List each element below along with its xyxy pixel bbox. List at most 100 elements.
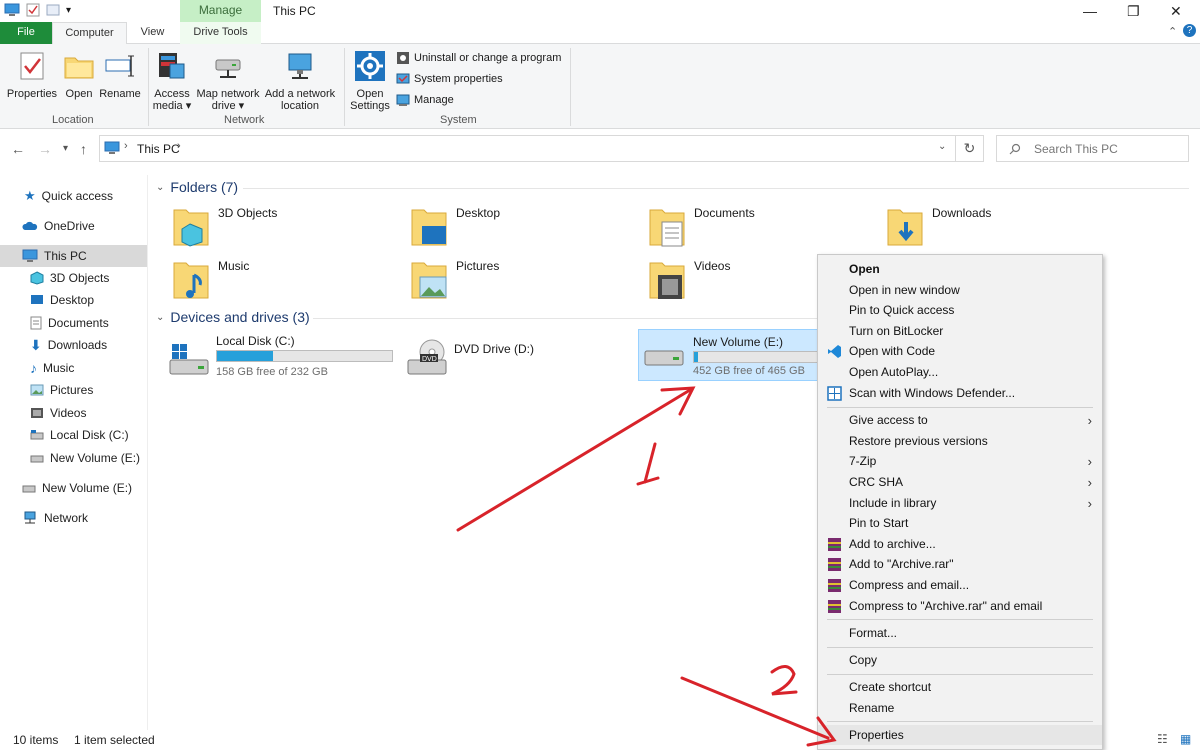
map-network-drive-button[interactable]: Map network drive ▾: [194, 46, 262, 112]
up-button[interactable]: ↑: [80, 141, 87, 157]
system-properties-button[interactable]: System properties: [396, 72, 503, 86]
breadcrumb-chevron-icon[interactable]: ›: [177, 140, 181, 152]
refresh-button[interactable]: ↻: [956, 135, 984, 162]
tab-file[interactable]: File: [0, 22, 52, 44]
computer-icon: [4, 3, 20, 16]
customize-toolbar-icon[interactable]: ▾: [66, 5, 71, 16]
open-settings-button[interactable]: Open Settings: [348, 46, 392, 112]
menu-separator: [827, 619, 1093, 620]
nav-item-local-disk-c[interactable]: Local Disk (C:): [30, 424, 129, 446]
forward-button[interactable]: →: [38, 141, 52, 157]
close-button[interactable]: ✕: [1170, 3, 1182, 20]
breadcrumb-chevron-icon[interactable]: ›: [124, 140, 128, 152]
nav-item-downloads[interactable]: ⬇ Downloads: [30, 334, 107, 356]
nav-item-desktop[interactable]: Desktop: [30, 289, 94, 311]
annotation-arrow-1: [456, 388, 692, 532]
back-button[interactable]: ←: [11, 141, 25, 157]
system-properties-icon: [396, 73, 410, 84]
folder-tile-music[interactable]: Music: [172, 259, 249, 301]
group-label-system: System: [440, 114, 477, 126]
help-icon[interactable]: ?: [1183, 24, 1196, 37]
menu-item-include-library[interactable]: Include in library ›: [818, 493, 1102, 513]
breadcrumb[interactable]: This PC: [137, 142, 180, 156]
nav-item-3d-objects[interactable]: 3D Objects: [30, 267, 109, 289]
folder-tile-3d-objects[interactable]: 3D Objects: [172, 206, 277, 248]
menu-item-crc-sha[interactable]: CRC SHA ›: [818, 472, 1102, 492]
menu-item-scan-defender[interactable]: Scan with Windows Defender...: [818, 383, 1102, 403]
music-icon: ♪: [30, 360, 37, 376]
maximize-button[interactable]: ❐: [1127, 3, 1140, 20]
menu-item-pin-quick-access[interactable]: Pin to Quick access: [818, 300, 1102, 320]
nav-item-pictures[interactable]: Pictures: [30, 379, 93, 401]
menu-item-rename[interactable]: Rename: [818, 698, 1102, 718]
new-folder-icon[interactable]: [46, 3, 60, 17]
address-bar[interactable]: › This PC › ⌄: [99, 135, 956, 162]
menu-item-open[interactable]: Open: [818, 259, 1102, 279]
access-media-button[interactable]: Access media ▾: [152, 46, 192, 112]
drive-tile-local-disk-c[interactable]: Local Disk (C:) 158 GB free of 232 GB: [166, 334, 394, 384]
nav-item-onedrive[interactable]: OneDrive: [22, 215, 95, 237]
rename-button[interactable]: Rename: [99, 46, 141, 100]
details-view-icon[interactable]: ☷: [1157, 732, 1168, 746]
folder-tile-documents[interactable]: Documents: [648, 206, 755, 248]
section-folders[interactable]: ⌄ Folders (7): [156, 179, 238, 195]
drive-icon: [30, 455, 44, 463]
menu-item-restore-versions[interactable]: Restore previous versions: [818, 431, 1102, 451]
properties-icon[interactable]: [26, 3, 40, 17]
group-label-location: Location: [52, 114, 94, 126]
menu-item-open-with-code[interactable]: Open with Code: [818, 341, 1102, 361]
tab-computer[interactable]: Computer: [52, 22, 127, 45]
section-devices-and-drives[interactable]: ⌄ Devices and drives (3): [156, 309, 310, 325]
annotation-arrowhead-1: [660, 386, 696, 416]
submenu-arrow-icon: ›: [1087, 495, 1092, 511]
address-dropdown-icon[interactable]: ⌄: [938, 141, 946, 152]
menu-item-compress-rar-email[interactable]: Compress to "Archive.rar" and email: [818, 596, 1102, 616]
menu-item-pin-start[interactable]: Pin to Start: [818, 513, 1102, 533]
recent-locations-button[interactable]: ▾: [63, 143, 68, 154]
minimize-button[interactable]: —: [1083, 3, 1097, 19]
cloud-icon: [22, 221, 38, 230]
menu-item-compress-email[interactable]: Compress and email...: [818, 575, 1102, 595]
properties-button[interactable]: Properties: [4, 46, 60, 100]
nav-item-music[interactable]: ♪ Music: [30, 357, 74, 379]
winrar-icon: [828, 558, 841, 571]
submenu-arrow-icon: ›: [1087, 412, 1092, 428]
menu-item-bitlocker[interactable]: Turn on BitLocker: [818, 321, 1102, 341]
open-button[interactable]: Open: [62, 46, 96, 100]
menu-item-open-new-window[interactable]: Open in new window: [818, 280, 1102, 300]
menu-item-autoplay[interactable]: Open AutoPlay...: [818, 362, 1102, 382]
download-icon: ⬇: [30, 336, 42, 353]
menu-separator: [827, 721, 1093, 722]
menu-item-format[interactable]: Format...: [818, 623, 1102, 643]
add-network-location-button[interactable]: Add a network location: [263, 46, 337, 112]
folder-tile-videos[interactable]: Videos: [648, 259, 730, 301]
drive-tile-dvd-d[interactable]: DVD DVD Drive (D:): [404, 334, 604, 384]
menu-item-give-access[interactable]: Give access to ›: [818, 410, 1102, 430]
manage-button[interactable]: Manage: [396, 93, 454, 107]
tiles-view-icon[interactable]: ▦: [1180, 732, 1191, 746]
collapse-icon[interactable]: ⌄: [156, 312, 164, 323]
folder-tile-pictures[interactable]: Pictures: [410, 259, 499, 301]
nav-item-this-pc[interactable]: This PC: [0, 245, 147, 267]
nav-item-network[interactable]: Network: [22, 507, 88, 529]
tab-view[interactable]: View: [130, 22, 175, 44]
menu-item-create-shortcut[interactable]: Create shortcut: [818, 677, 1102, 697]
menu-item-add-archive[interactable]: Add to archive...: [818, 534, 1102, 554]
uninstall-program-button[interactable]: Uninstall or change a program: [396, 51, 561, 65]
folder-tile-desktop[interactable]: Desktop: [410, 206, 500, 248]
menu-item-7zip[interactable]: 7-Zip ›: [818, 451, 1102, 471]
nav-item-new-volume-e[interactable]: New Volume (E:): [30, 447, 140, 469]
collapse-icon[interactable]: ⌄: [156, 182, 164, 193]
collapse-ribbon-icon[interactable]: ⌃: [1168, 25, 1177, 38]
nav-item-videos[interactable]: Videos: [30, 402, 86, 424]
search-input[interactable]: Search This PC: [996, 135, 1189, 162]
menu-item-add-archive-rar[interactable]: Add to "Archive.rar": [818, 554, 1102, 574]
nav-item-quick-access[interactable]: ★ Quick access: [24, 185, 113, 207]
menu-separator: [827, 674, 1093, 675]
menu-item-copy[interactable]: Copy: [818, 650, 1102, 670]
nav-item-documents[interactable]: Documents: [30, 312, 109, 334]
nav-item-new-volume-e-root[interactable]: New Volume (E:): [22, 477, 132, 499]
tab-drive-tools[interactable]: Drive Tools: [180, 22, 261, 44]
folder-tile-downloads[interactable]: Downloads: [886, 206, 991, 248]
drive-tile-new-volume-e[interactable]: New Volume (E:) 452 GB free of 465 GB: [638, 329, 819, 381]
